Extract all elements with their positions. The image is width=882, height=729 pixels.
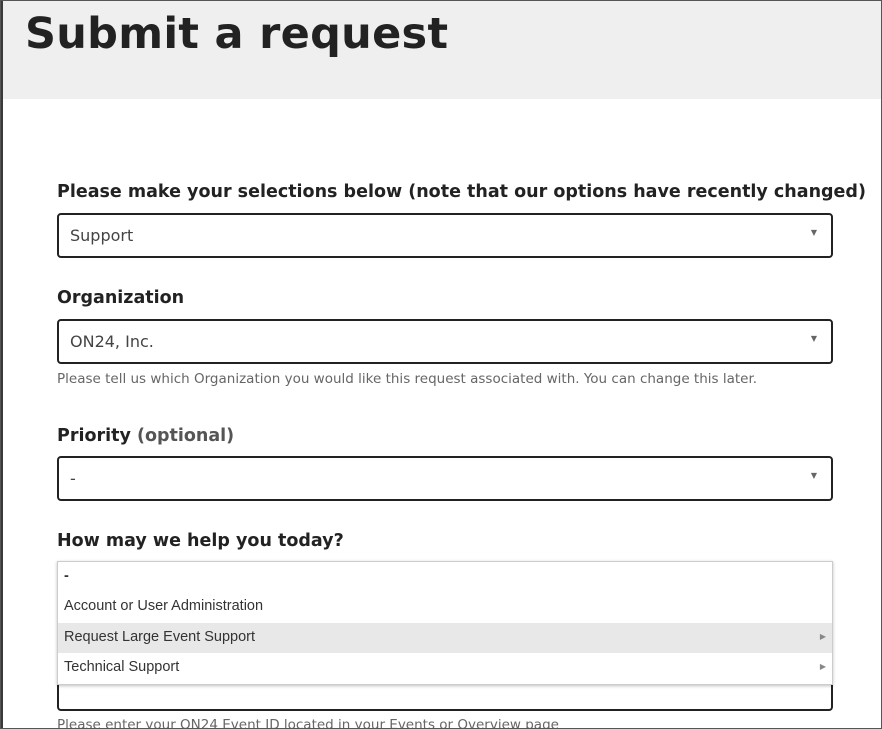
event-id-hint: Please enter your ON24 Event ID located …: [57, 717, 559, 729]
help-label: How may we help you today?: [57, 531, 344, 551]
organization-label: Organization: [57, 288, 185, 308]
caret-right-icon: ▶: [819, 662, 826, 671]
selection-label: Please make your selections below (note …: [57, 182, 866, 202]
page-header: Submit a request: [1, 1, 881, 99]
selection-select[interactable]: Support ▼: [57, 213, 833, 258]
dropdown-option[interactable]: Technical Support ▶: [58, 653, 832, 683]
dropdown-option-label: Technical Support: [64, 659, 180, 675]
selection-value: Support: [70, 226, 134, 245]
caret-right-icon: ▶: [819, 632, 826, 641]
organization-value: ON24, Inc.: [70, 332, 154, 351]
priority-value: -: [70, 469, 76, 488]
priority-select[interactable]: - ▼: [57, 456, 833, 501]
priority-optional: (optional): [136, 426, 235, 446]
dropdown-option[interactable]: Request Large Event Support ▶: [58, 623, 832, 653]
caret-down-icon: ▼: [810, 471, 817, 480]
priority-label-text: Priority: [57, 426, 131, 446]
left-border: [1, 99, 3, 728]
dropdown-option-label: Account or User Administration: [64, 598, 264, 614]
caret-down-icon: ▼: [810, 228, 817, 237]
help-dropdown-menu: - Account or User Administration Request…: [57, 561, 833, 685]
caret-down-icon: ▼: [810, 334, 817, 343]
page-frame: Submit a request Please make your select…: [0, 0, 882, 729]
organization-hint: Please tell us which Organization you wo…: [57, 371, 758, 387]
dropdown-option-label: Request Large Event Support: [64, 629, 256, 645]
dropdown-option[interactable]: -: [58, 562, 832, 592]
page-title: Submit a request: [25, 9, 449, 59]
dropdown-option[interactable]: Account or User Administration: [58, 592, 832, 622]
organization-select[interactable]: ON24, Inc. ▼: [57, 319, 833, 364]
priority-label: Priority (optional): [57, 426, 234, 446]
dropdown-option-label: -: [64, 568, 69, 584]
